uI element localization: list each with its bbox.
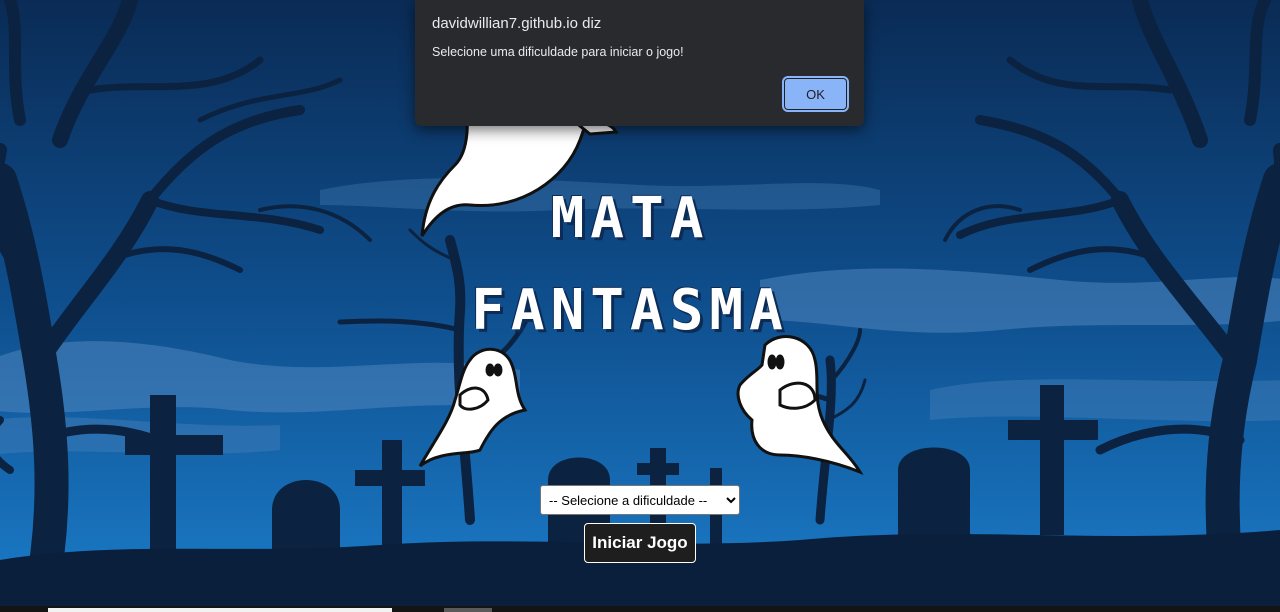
- game-title-line1: MATA: [550, 186, 710, 251]
- alert-dialog: davidwillian7.github.io diz Selecione um…: [415, 0, 864, 126]
- bottom-strip-light: [48, 608, 392, 612]
- alert-ok-button[interactable]: OK: [782, 76, 849, 112]
- bottom-strip-gray: [444, 608, 492, 612]
- alert-origin: davidwillian7.github.io diz: [432, 15, 602, 32]
- start-game-button[interactable]: Iniciar Jogo: [584, 523, 696, 563]
- game-title-line2: FANTASMA: [471, 278, 789, 343]
- alert-message: Selecione uma dificuldade para iniciar o…: [432, 45, 684, 59]
- difficulty-select[interactable]: -- Selecione a dificuldade --: [540, 485, 740, 515]
